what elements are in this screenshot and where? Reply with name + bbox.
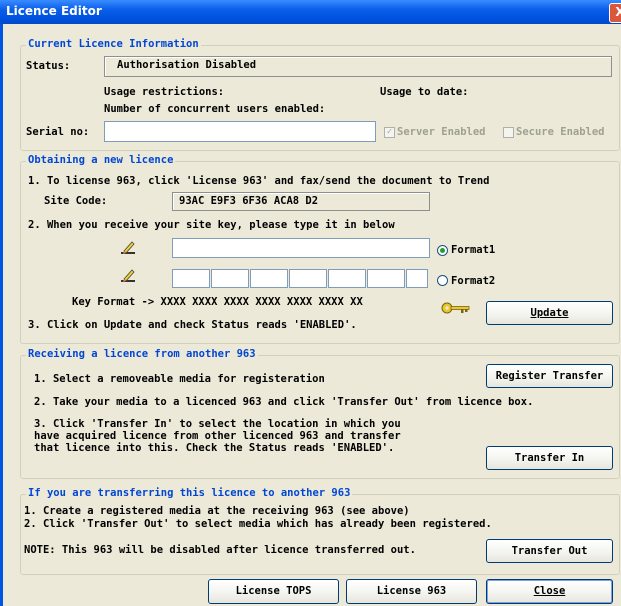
key-segment-1[interactable] [172,269,210,288]
update-button-label: Update [530,307,569,319]
key-segment-3[interactable] [250,269,288,288]
register-transfer-label: Register Transfer [495,370,604,382]
transfer-line1-text: 1. Create a registered media at the rece… [24,505,410,517]
server-enabled-label: Server Enabled [397,126,486,138]
pencil-icon [121,269,135,282]
license-tops-label: License TOPS [235,585,312,597]
register-transfer-button[interactable]: Register Transfer [486,364,613,388]
title-bar: Licence Editor X [0,0,621,24]
window-close-button[interactable]: X [609,3,621,23]
license-963-button[interactable]: License 963 [346,579,477,604]
key-format-text: Key Format -> XXXX XXXX XXXX XXXX XXXX X… [72,296,363,308]
receive-step3-line3: that licence into this. Check the Status… [34,442,395,454]
server-enabled-checkbox[interactable]: ✓ [384,127,395,138]
secure-enabled-label: Secure Enabled [516,126,605,138]
transfer-in-label: Transfer In [514,452,585,464]
receive-step3-line1: 3. Click 'Transfer In' to select the loc… [34,418,401,430]
serial-no-input[interactable] [104,121,376,142]
status-label: Status: [26,60,71,72]
format1-radio[interactable] [437,245,448,256]
site-code-value: 93AC E9F3 6F36 ACA8 D2 [172,192,430,211]
key-segment-5[interactable] [328,269,366,288]
key-segment-4[interactable] [289,269,327,288]
window-frame-left [0,24,3,606]
window-title: Licence Editor [6,4,102,18]
receive-step1-text: 1. Select a removeable media for registe… [34,373,325,385]
receive-step3-line2: have acquired licence from other licence… [34,430,401,442]
license-tops-button[interactable]: License TOPS [208,579,339,604]
receive-step2-text: 2. Take your media to a licenced 963 and… [34,396,534,408]
transfer-note-text: NOTE: This 963 will be disabled after li… [24,544,416,556]
key-icon [441,302,470,314]
usage-restrictions-label: Usage restrictions: [104,86,225,98]
format1-label: Format1 [451,244,496,256]
obtain-step2-text: 2. When you receive your site key, pleas… [28,219,395,231]
license-963-label: License 963 [376,585,447,597]
serial-no-label: Serial no: [26,126,90,138]
format2-label: Format2 [451,275,496,287]
current-licence-legend: Current Licence Information [26,38,201,50]
key-segment-6[interactable] [367,269,405,288]
site-key-input[interactable] [172,238,430,258]
update-button[interactable]: Update [486,301,613,325]
site-code-label: Site Code: [44,195,108,207]
secure-enabled-checkbox[interactable] [503,127,514,138]
format2-radio[interactable] [437,275,448,286]
status-value: Authorisation Disabled [104,56,612,77]
close-button-label: Close [533,585,566,597]
transfer-line2-text: 2. Click 'Transfer Out' to select media … [24,518,492,530]
transfer-out-button[interactable]: Transfer Out [486,539,613,563]
receive-licence-legend: Receiving a licence from another 963 [26,348,258,360]
pencil-icon [121,241,135,254]
usage-to-date-label: Usage to date: [380,86,469,98]
transfer-out-label: Transfer Out [511,545,588,557]
key-segment-2[interactable] [211,269,249,288]
transfer-in-button[interactable]: Transfer In [486,446,613,470]
close-icon: X [615,5,621,19]
close-button[interactable]: Close [486,579,613,604]
obtain-step1-text: 1. To license 963, click 'License 963' a… [28,175,490,187]
obtain-licence-legend: Obtaining a new licence [26,154,176,166]
concurrent-users-label: Number of concurrent users enabled: [104,103,326,115]
obtain-step3-text: 3. Click on Update and check Status read… [28,319,357,331]
transfer-out-legend: If you are transferring this licence to … [26,487,353,499]
key-segment-7[interactable] [406,269,428,288]
